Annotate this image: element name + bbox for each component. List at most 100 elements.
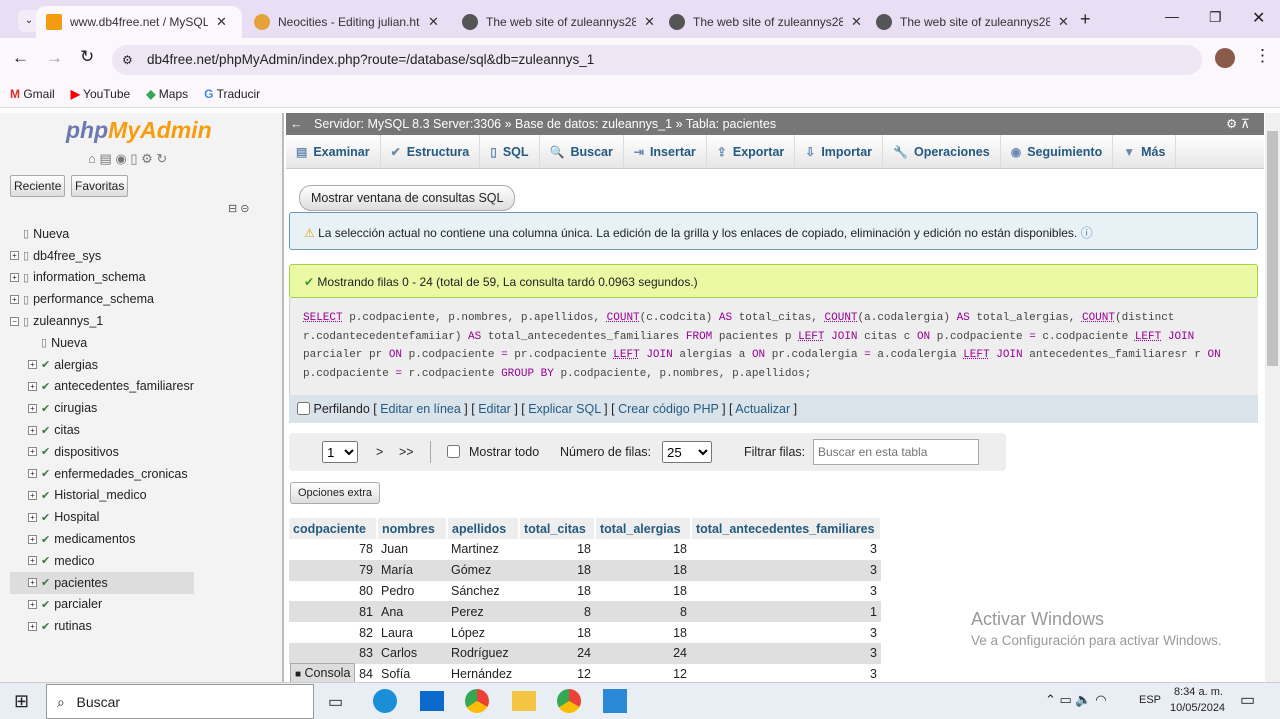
tab-insertar[interactable]: ⇥ Insertar	[624, 135, 707, 168]
maximize-button[interactable]: ❐	[1209, 9, 1222, 26]
table-row[interactable]: 80 Pedro Sánchez 18 18 3	[289, 580, 881, 602]
app-icon[interactable]	[603, 689, 627, 713]
table-row[interactable]: 78 Juan Martinez 18 18 3	[289, 539, 881, 560]
tab-importar[interactable]: ⇩ Importar	[795, 135, 884, 168]
tab-buscar[interactable]: 🔍 Buscar	[540, 135, 624, 168]
breadcrumb-server[interactable]: Servidor: MySQL 8.3 Server:3306	[314, 117, 501, 131]
expand-icon[interactable]: +	[10, 251, 19, 261]
expand-icon[interactable]: +	[28, 447, 37, 457]
bookmark-gmail[interactable]: M Gmail	[10, 87, 55, 101]
menu-icon[interactable]: ⋮	[1254, 46, 1271, 66]
notifications-icon[interactable]: ▭	[1240, 690, 1255, 710]
recent-button[interactable]: Reciente	[10, 175, 66, 197]
favorites-button[interactable]: Favoritas	[71, 175, 129, 197]
tree-item[interactable]: ▯ Nueva	[10, 223, 194, 245]
phpmyadmin-logo[interactable]: phpMyAdmin	[66, 117, 212, 144]
column-header[interactable]: apellidos	[447, 518, 520, 539]
tree-item[interactable]: + ✔ rutinas	[10, 615, 194, 637]
extra-options-button[interactable]: Opciones extra	[290, 482, 380, 504]
tree-item[interactable]: + ✔ antecedentes_familiaresr	[10, 376, 194, 398]
expand-icon[interactable]: −	[10, 316, 19, 326]
tab-examinar[interactable]: ▤ Examinar	[286, 135, 381, 168]
reload-icon[interactable]: ↻	[80, 47, 94, 67]
tree-item[interactable]: + ✔ enfermedades_cronicas	[10, 463, 194, 485]
tab-exportar[interactable]: ⇪ Exportar	[707, 135, 796, 168]
tab-sql[interactable]: ▯ SQL	[480, 135, 540, 168]
table-row[interactable]: 82 Laura López 18 18 3	[289, 622, 881, 643]
url-input[interactable]: ⚙ db4free.net/phpMyAdmin/index.php?route=…	[112, 45, 1202, 75]
close-tab-icon[interactable]: ✕	[216, 14, 227, 30]
create-php-link[interactable]: Crear código PHP	[618, 402, 719, 416]
tab-operaciones[interactable]: 🔧 Operaciones	[883, 135, 1001, 168]
filter-input[interactable]	[813, 439, 979, 465]
expand-icon[interactable]: +	[28, 381, 37, 391]
expand-icon[interactable]: +	[28, 534, 37, 544]
tab-5[interactable]: The web site of zuleannys28 ✕	[866, 6, 1079, 38]
system-tray-icons[interactable]: ⌃ ▭ 🔈 ◠	[1045, 692, 1107, 708]
tab-2[interactable]: Neocities - Editing julian.htm ✕	[244, 6, 449, 38]
table-row[interactable]: 81 Ana Perez 8 8 1	[289, 601, 881, 623]
tree-item[interactable]: + ✔ Hospital	[10, 506, 194, 528]
tab-3[interactable]: The web site of zuleannys28 ✕	[452, 6, 665, 38]
tree-item[interactable]: + ▯ db4free_sys	[10, 245, 194, 267]
last-page-button[interactable]: >>	[399, 445, 414, 459]
task-view-icon[interactable]: ▭	[328, 692, 343, 712]
expand-icon[interactable]: +	[28, 490, 37, 500]
tree-item[interactable]: − ▯ zuleannys_1	[10, 310, 194, 332]
site-info-icon[interactable]: ⚙	[122, 45, 133, 75]
expand-icon[interactable]: +	[28, 469, 37, 479]
language-indicator[interactable]: ESP	[1139, 694, 1161, 706]
tree-item[interactable]: + ✔ cirugias	[10, 397, 194, 419]
expand-icon[interactable]: +	[28, 556, 37, 566]
close-tab-icon[interactable]: ✕	[428, 14, 439, 30]
tree-item[interactable]: + ▯ performance_schema	[10, 288, 194, 310]
tab-seguimiento[interactable]: ◉ Seguimiento	[1001, 135, 1114, 168]
console-button[interactable]: ■ Consola	[290, 663, 356, 682]
sql-query-text[interactable]: SELECT p.codpaciente, p.nombres, p.apell…	[290, 298, 1258, 383]
tree-item[interactable]: + ▯ information_schema	[10, 267, 194, 289]
chrome-icon[interactable]	[465, 689, 489, 713]
new-tab-button[interactable]: +	[1080, 9, 1091, 30]
expand-icon[interactable]: +	[10, 294, 19, 304]
windows-start-icon[interactable]: ⊞	[14, 691, 29, 712]
clock-date[interactable]: 10/05/2024	[1170, 702, 1225, 714]
edit-inline-link[interactable]: Editar en línea	[380, 402, 461, 416]
edge-icon[interactable]	[373, 689, 397, 713]
page-select[interactable]: 1	[322, 441, 358, 463]
file-explorer-icon[interactable]	[512, 691, 536, 711]
bookmark-maps[interactable]: ◆ Maps	[146, 87, 188, 101]
profile-avatar[interactable]	[1215, 48, 1235, 68]
clock-time[interactable]: 8:34 a. m.	[1174, 686, 1223, 698]
edit-link[interactable]: Editar	[478, 402, 511, 416]
close-tab-icon[interactable]: ✕	[644, 14, 655, 30]
scrollbar-thumb[interactable]	[1267, 131, 1278, 366]
tree-item[interactable]: + ✔ citas	[10, 419, 194, 441]
refresh-link[interactable]: Actualizar	[735, 402, 790, 416]
breadcrumb-database[interactable]: Base de datos: zuleannys_1	[515, 117, 672, 131]
expand-icon[interactable]: +	[28, 512, 37, 522]
explain-sql-link[interactable]: Explicar SQL	[528, 402, 600, 416]
home-icons-row[interactable]: ⌂ ▤ ◉ ▯ ⚙ ↻	[88, 151, 167, 167]
taskbar-search[interactable]: ⌕ Buscar	[46, 684, 314, 719]
collapse-icon[interactable]: ←	[290, 113, 303, 135]
forward-icon[interactable]: →	[46, 48, 63, 68]
help-icon[interactable]: ⓘ	[1081, 226, 1093, 240]
chrome-profile-icon[interactable]	[557, 689, 581, 713]
show-all-checkbox[interactable]	[447, 445, 460, 458]
next-page-button[interactable]: >	[376, 445, 383, 459]
rows-select[interactable]: 25	[662, 441, 712, 463]
tree-item[interactable]: + ✔ medico	[10, 550, 194, 572]
close-tab-icon[interactable]: ✕	[851, 14, 862, 30]
tab-estructura[interactable]: ✔ Estructura	[381, 135, 481, 168]
tab-4[interactable]: The web site of zuleannys28 ✕	[659, 6, 872, 38]
close-window-button[interactable]: ✕	[1252, 8, 1265, 28]
profiling-checkbox[interactable]	[297, 402, 310, 415]
expand-icon[interactable]: +	[28, 578, 37, 588]
bookmark-youtube[interactable]: ▶ YouTube	[71, 87, 131, 101]
tab-mas[interactable]: ▼ Más	[1113, 135, 1177, 168]
column-header[interactable]: codpaciente	[289, 518, 378, 539]
settings-gear-icon[interactable]: ⚙ ⊼	[1226, 113, 1250, 135]
close-tab-icon[interactable]: ✕	[1058, 14, 1069, 30]
breadcrumb-table[interactable]: Tabla: pacientes	[686, 117, 776, 131]
table-row[interactable]: 84 Sofía Hernández 12 12 3	[289, 663, 881, 682]
